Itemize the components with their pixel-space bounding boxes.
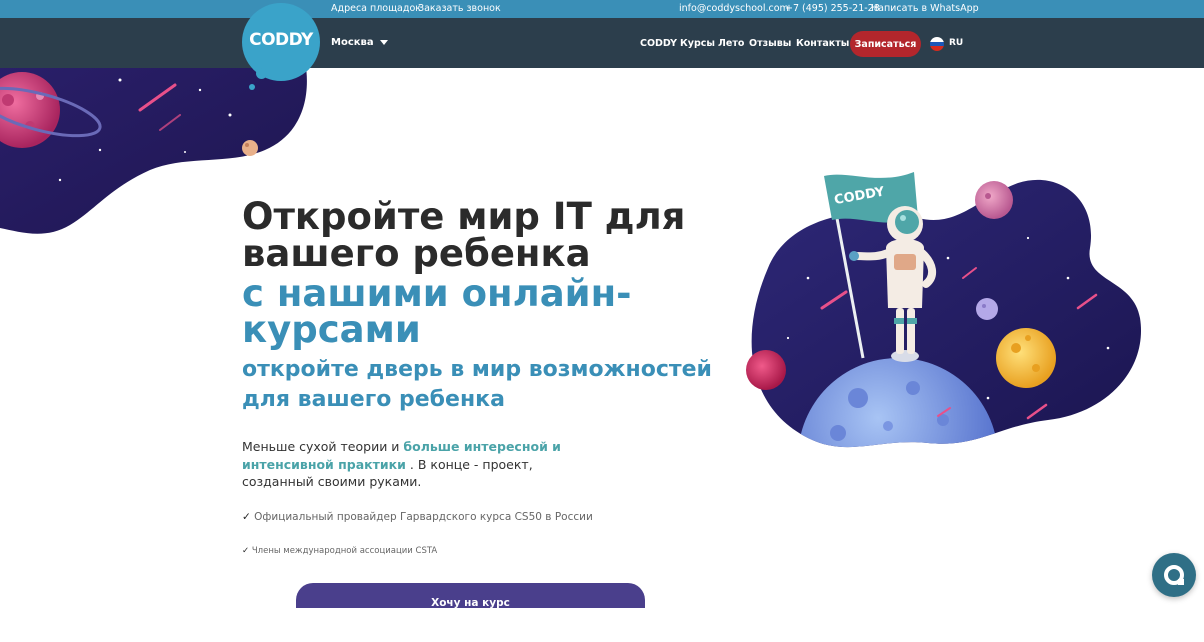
landing-page: Адреса площадок Заказать звонок info@cod…	[0, 0, 1204, 642]
cs50-note: ✓ Официальный провайдер Гарвардского кур…	[242, 511, 593, 523]
russia-flag-icon	[930, 37, 944, 51]
nav-link-coddy[interactable]: CODDY	[640, 38, 677, 49]
signup-button[interactable]: Записаться	[850, 31, 921, 57]
email-link[interactable]: info@coddyschool.com	[679, 3, 789, 14]
logo-bubble-dot	[256, 68, 267, 79]
nav-link-contacts[interactable]: Контакты	[796, 38, 849, 49]
hero-title-accent: с нашими онлайн-курсами	[242, 272, 632, 351]
chat-widget-button[interactable]	[1152, 553, 1196, 597]
logo-text: CODDY	[249, 30, 313, 50]
city-label: Москва	[331, 37, 374, 48]
nav-link-reviews[interactable]: Отзывы	[749, 38, 791, 49]
hero-title: Откройте мир IT для вашего ребенка	[242, 195, 686, 275]
city-selector[interactable]: Москва	[331, 37, 388, 48]
hero-description-part1: Меньше сухой теории и	[242, 439, 404, 454]
chat-bubble-tail	[1178, 579, 1184, 585]
astronaut-illustration: CODDY	[746, 172, 1142, 448]
chevron-down-icon	[379, 39, 388, 45]
logo-bubble-dot-small	[249, 84, 255, 90]
hero-description: Меньше сухой теории и больше интересной …	[242, 438, 602, 491]
nav-link-summer[interactable]: Лето	[718, 38, 744, 49]
bottom-edge	[0, 608, 1204, 642]
nav-link-courses[interactable]: Курсы	[680, 38, 715, 49]
main-navbar: Москва CODDY Курсы Лето Отзывы Контакты …	[0, 18, 1204, 68]
checkmark-icon: ✓	[242, 511, 251, 523]
csta-note-text: Члены международной ассоциации CSTA	[249, 546, 438, 556]
whatsapp-link[interactable]: Написать в WhatsApp	[871, 3, 979, 14]
hero-subtitle: откройте дверь в мир возможностей для ва…	[242, 357, 712, 412]
csta-note: ✓ Члены международной ассоциации CSTA	[242, 546, 437, 556]
addresses-link[interactable]: Адреса площадок	[331, 3, 421, 14]
language-label: RU	[949, 38, 964, 48]
cs50-note-text: Официальный провайдер Гарвардского курса…	[250, 511, 593, 523]
callback-link[interactable]: Заказать звонок	[418, 3, 501, 14]
coddy-logo[interactable]: CODDY	[242, 3, 320, 81]
top-utility-bar: Адреса площадок Заказать звонок info@cod…	[0, 0, 1204, 18]
phone-link[interactable]: +7 (495) 255-21-28	[785, 3, 880, 14]
